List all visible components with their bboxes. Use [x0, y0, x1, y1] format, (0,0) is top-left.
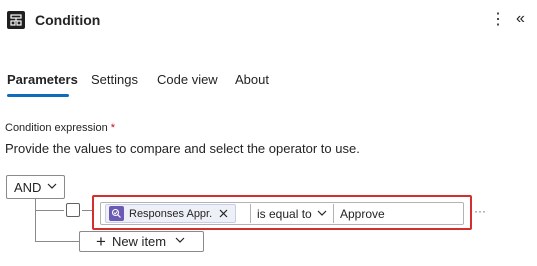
- condition-icon: [7, 11, 25, 29]
- tab-about[interactable]: About: [235, 72, 269, 88]
- condition-description: Provide the values to compare and select…: [5, 141, 360, 156]
- collapse-panel-icon[interactable]: «: [516, 11, 532, 29]
- panel-title: Condition: [35, 12, 101, 28]
- tab-settings[interactable]: Settings: [91, 72, 138, 88]
- more-options-icon[interactable]: ⋮: [490, 12, 506, 30]
- chevron-down-icon: [46, 180, 58, 195]
- row-select-checkbox[interactable]: [66, 203, 80, 217]
- condition-expression-text: Condition expression: [5, 122, 108, 134]
- new-item-label: New item: [111, 234, 167, 249]
- group-operator-dropdown[interactable]: AND: [6, 175, 65, 199]
- approvals-icon: [109, 206, 124, 221]
- chevron-down-icon: [174, 234, 186, 249]
- tree-connector-vertical: [35, 199, 36, 241]
- active-tab-indicator: [7, 94, 69, 97]
- tab-code-view[interactable]: Code view: [157, 72, 218, 88]
- remove-token-icon[interactable]: [219, 207, 228, 221]
- tree-connector-checkbox: [82, 210, 92, 211]
- tab-parameters[interactable]: Parameters: [7, 72, 78, 88]
- plus-icon: +: [96, 231, 106, 251]
- tree-connector-new-item: [35, 241, 79, 242]
- condition-expression-label: Condition expression *: [5, 121, 115, 135]
- required-indicator: *: [110, 122, 116, 134]
- group-operator-value: AND: [14, 179, 42, 195]
- new-item-button[interactable]: + New item: [79, 231, 204, 252]
- tree-connector-row: [35, 210, 64, 211]
- row-more-options-icon[interactable]: ···: [474, 205, 486, 217]
- operator-value: is equal to: [257, 206, 312, 221]
- token-label: Responses Appr...: [129, 207, 213, 220]
- chevron-down-icon: [316, 207, 328, 222]
- comparison-value-input[interactable]: [336, 204, 466, 223]
- dynamic-content-token[interactable]: Responses Appr...: [105, 204, 236, 223]
- operator-dropdown[interactable]: is equal to: [250, 204, 334, 223]
